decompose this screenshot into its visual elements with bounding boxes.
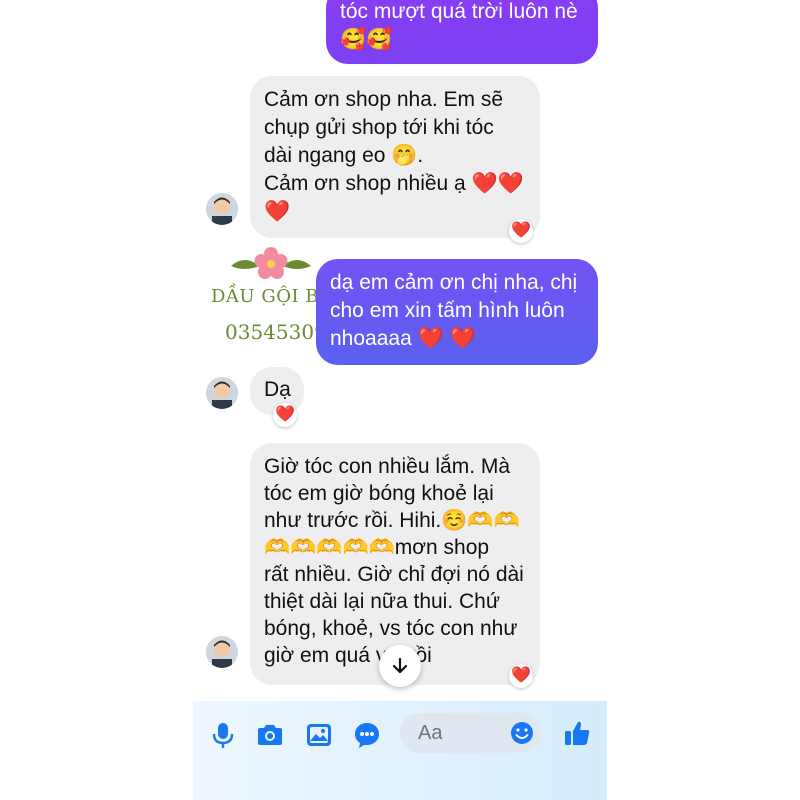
message-input[interactable]: Aa xyxy=(400,713,540,753)
message-incoming-1[interactable]: Cảm ơn shop nha. Em sẽ chụp gửi shop tới… xyxy=(250,76,540,238)
heart-reaction[interactable]: ❤️ xyxy=(509,664,533,688)
emoji-button[interactable] xyxy=(510,721,534,745)
camera-icon xyxy=(258,725,282,745)
message-text-line: tóc mượt quá trời luôn nè xyxy=(340,0,578,23)
message-text-line: Dạ xyxy=(264,378,291,401)
microphone-button[interactable] xyxy=(207,719,239,751)
thumbs-up-icon xyxy=(565,721,590,745)
camera-button[interactable] xyxy=(254,719,286,751)
heart-reaction[interactable]: ❤️ xyxy=(273,403,297,427)
message-text-line: rất nhiều. Giờ chỉ đợi nó dài xyxy=(264,563,524,586)
more-actions-button[interactable] xyxy=(351,719,383,751)
message-text-line: nhoaaaa ❤️ ❤️ xyxy=(330,327,476,350)
heart-icon: ❤️ xyxy=(511,222,531,239)
message-text-line: 🥰🥰 xyxy=(340,28,393,51)
heart-reaction[interactable]: ❤️ xyxy=(509,219,533,243)
message-text-line: Giờ tóc con nhiều lắm. Mà xyxy=(264,455,511,478)
microphone-icon xyxy=(212,723,234,748)
message-text-line: thiệt dài lại nữa thui. Chứ xyxy=(264,590,500,613)
heart-icon: ❤️ xyxy=(511,667,531,684)
message-text-line: Cảm ơn shop nhiều ạ ❤️❤️ xyxy=(264,172,524,195)
arrow-down-icon xyxy=(392,657,408,674)
message-text-line: chụp gửi shop tới khi tóc xyxy=(264,116,494,139)
message-text-line: tóc em giờ bóng khoẻ lại xyxy=(264,482,494,505)
image-icon xyxy=(307,724,331,746)
message-outgoing-2[interactable]: dạ em cảm ơn chị nha, chị cho em xin tấm… xyxy=(316,259,598,365)
avatar[interactable] xyxy=(206,636,238,668)
flower-icon xyxy=(231,247,311,279)
avatar-image xyxy=(206,193,238,225)
message-text-line: cho em xin tấm hình luôn xyxy=(330,299,565,322)
avatar-image xyxy=(206,377,238,409)
message-text-line: ❤️ xyxy=(264,200,291,223)
avatar[interactable] xyxy=(206,377,238,409)
composer-bar: Aa xyxy=(193,701,607,800)
message-outgoing-1[interactable]: tóc mượt quá trời luôn nè 🥰🥰 xyxy=(326,0,598,64)
message-text-line: như trước rồi. Hihi.☺️🫶🫶 xyxy=(264,509,520,532)
shop-logo: DẦU GỘI BỒ KẾT 0354530979 xyxy=(211,244,380,354)
smile-icon xyxy=(511,722,533,744)
avatar-image xyxy=(206,636,238,668)
scroll-to-bottom-button[interactable] xyxy=(379,645,421,687)
like-button[interactable] xyxy=(561,717,593,749)
message-text-line: bóng, khoẻ, vs tóc con như xyxy=(264,617,518,640)
message-input-placeholder: Aa xyxy=(418,722,443,744)
heart-icon: ❤️ xyxy=(275,406,295,423)
avatar[interactable] xyxy=(206,193,238,225)
messenger-screen: tóc mượt quá trời luôn nè 🥰🥰 Cảm ơn shop… xyxy=(193,0,607,800)
gallery-button[interactable] xyxy=(303,719,335,751)
message-text-line: dài ngang eo 🤭. xyxy=(264,144,424,167)
message-text-line: Cảm ơn shop nha. Em sẽ xyxy=(264,88,504,111)
chat-bubble-icon xyxy=(355,723,379,748)
message-text-line: 🫶🫶🫶🫶🫶mơn shop xyxy=(264,536,490,559)
message-text-line: dạ em cảm ơn chị nha, chị xyxy=(330,271,578,294)
